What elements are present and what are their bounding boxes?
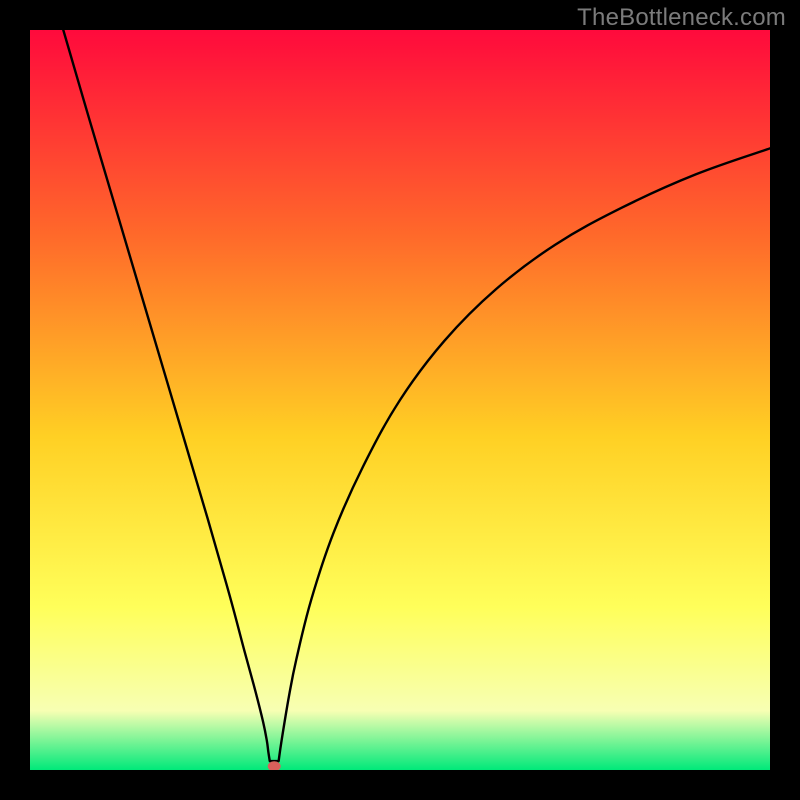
chart-frame: TheBottleneck.com [0, 0, 800, 800]
watermark-text: TheBottleneck.com [577, 4, 786, 32]
bottleneck-chart [30, 30, 770, 770]
plot-area [30, 30, 770, 770]
